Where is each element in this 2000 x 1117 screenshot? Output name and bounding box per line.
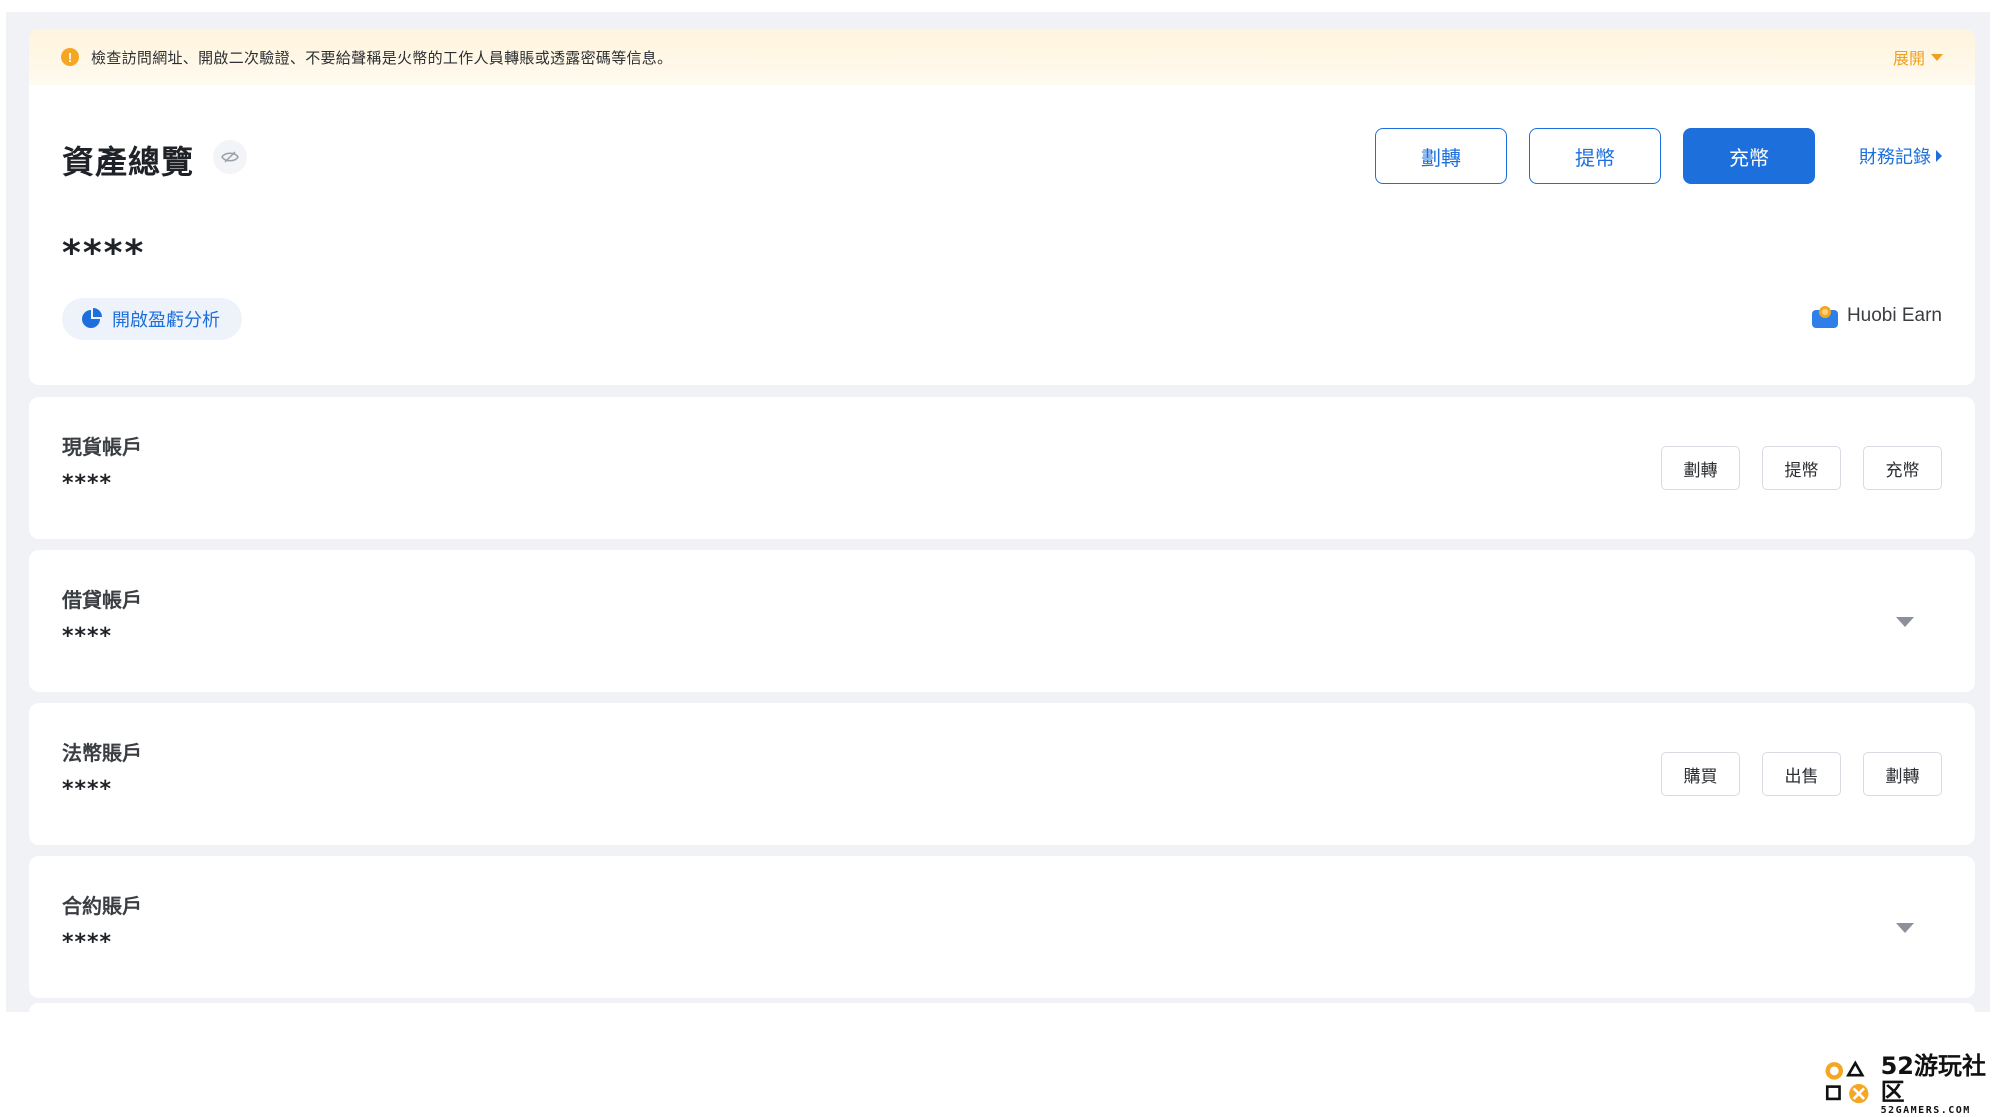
fiat-transfer-button[interactable]: 劃轉 <box>1863 752 1942 796</box>
site-watermark: 52游玩社区 52GAMERS.COM <box>1822 1051 1994 1116</box>
margin-account-card: 借貸帳戶 **** <box>29 550 1975 692</box>
margin-expand-toggle[interactable] <box>1893 612 1917 632</box>
account-name: 借貸帳戶 <box>62 588 142 612</box>
withdraw-button[interactable]: 提幣 <box>1529 128 1661 184</box>
transfer-button[interactable]: 劃轉 <box>1375 128 1507 184</box>
fiat-buy-button[interactable]: 購買 <box>1661 752 1740 796</box>
huobi-earn-icon <box>1811 306 1838 328</box>
finance-records-label: 財務記錄 <box>1859 147 1931 168</box>
pie-chart-icon <box>82 308 102 328</box>
overview-actions: 劃轉 提幣 充幣 財務記錄 <box>1375 128 1942 184</box>
fiat-account-card: 法幣賬戶 **** 購買 出售 劃轉 <box>29 703 1975 845</box>
pnl-button-label: 開啟盈虧分析 <box>112 310 220 331</box>
chevron-down-icon <box>1896 923 1914 933</box>
huobi-earn-link[interactable]: Huobi Earn <box>1811 303 1942 329</box>
finance-records-link[interactable]: 財務記錄 <box>1859 143 1942 169</box>
account-name: 合約賬戶 <box>62 894 142 918</box>
spot-transfer-button[interactable]: 劃轉 <box>1661 446 1740 490</box>
chevron-right-icon <box>1936 150 1942 162</box>
spot-withdraw-button[interactable]: 提幣 <box>1762 446 1841 490</box>
account-name: 現貨帳戶 <box>62 435 142 459</box>
account-balance-hidden: **** <box>62 624 113 649</box>
futures-expand-toggle[interactable] <box>1893 918 1917 938</box>
hide-balance-button[interactable] <box>213 140 247 174</box>
notice-expand-label: 展開 <box>1892 49 1925 68</box>
watermark-title: 52游玩社区 <box>1880 1051 1986 1106</box>
account-name: 法幣賬戶 <box>62 741 142 765</box>
account-balance-hidden: **** <box>62 471 113 496</box>
watermark-url: 52GAMERS.COM <box>1880 1104 1971 1116</box>
chevron-down-icon <box>1931 53 1943 61</box>
deposit-button[interactable]: 充幣 <box>1683 128 1815 184</box>
page-title: 資產總覽 <box>62 143 195 181</box>
account-balance-hidden: **** <box>62 777 113 802</box>
spot-deposit-button[interactable]: 充幣 <box>1863 446 1942 490</box>
account-balance-hidden: **** <box>62 930 113 955</box>
notice-text: 檢查訪問網址、開啟二次驗證、不要給聲稱是火幣的工作人員轉賬或透露密碼等信息。 <box>91 48 673 67</box>
next-account-card-peek <box>29 1003 1975 1012</box>
chevron-down-icon <box>1896 617 1914 627</box>
security-notice-banner: ! 檢查訪問網址、開啟二次驗證、不要給聲稱是火幣的工作人員轉賬或透露密碼等信息。… <box>29 29 1975 85</box>
enable-pnl-analysis-button[interactable]: 開啟盈虧分析 <box>62 298 242 340</box>
asset-overview-card: 資產總覽 **** 開啟盈虧分析 Huobi Earn 劃轉 提幣 充幣 財務記… <box>29 85 1975 385</box>
account-actions: 購買 出售 劃轉 <box>1639 752 1942 796</box>
notice-expand-button[interactable]: 展開 <box>1893 45 1943 69</box>
account-actions: 劃轉 提幣 充幣 <box>1639 446 1942 490</box>
gamepad-symbols-icon <box>1825 1060 1869 1104</box>
huobi-earn-label: Huobi Earn <box>1846 305 1942 326</box>
eye-off-icon <box>221 151 239 163</box>
futures-account-card: 合約賬戶 **** <box>29 856 1975 998</box>
fiat-sell-button[interactable]: 出售 <box>1762 752 1841 796</box>
total-balance-hidden: **** <box>62 233 146 274</box>
exclamation-icon: ! <box>61 48 79 66</box>
spot-account-card: 現貨帳戶 **** 劃轉 提幣 充幣 <box>29 397 1975 539</box>
